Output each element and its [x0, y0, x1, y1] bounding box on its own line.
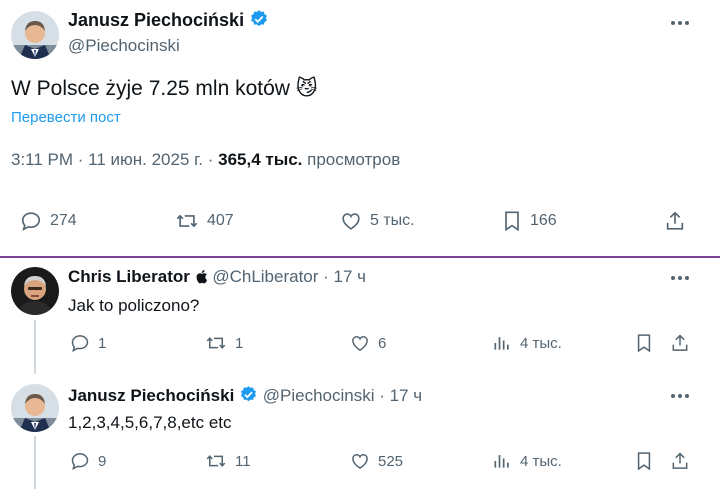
bookmark-icon [635, 333, 653, 353]
reply-button[interactable]: 274 [20, 210, 77, 232]
bookmark-button[interactable] [635, 451, 653, 471]
analytics-icon [492, 451, 512, 471]
thread-line [34, 436, 36, 489]
translate-post-link[interactable]: Перевести пост [11, 109, 121, 126]
author-handle[interactable]: @Piechocinski [68, 36, 180, 56]
more-options-icon[interactable] [668, 386, 692, 406]
share-icon [670, 451, 690, 471]
avatar[interactable] [11, 11, 59, 59]
verified-badge-icon [239, 385, 258, 409]
reply-button[interactable]: 9 [70, 451, 106, 471]
cat-emoji: 😼 [295, 76, 318, 100]
repost-icon [205, 451, 227, 471]
views-button[interactable]: 4 тыс. [492, 333, 562, 353]
views-label: просмотров [302, 150, 401, 169]
repost-icon [175, 210, 199, 232]
reply-text: 1,2,3,4,5,6,7,8,etc etc [68, 413, 232, 432]
avatar[interactable] [11, 267, 59, 315]
author-name[interactable]: Chris Liberator [68, 267, 190, 286]
heart-icon [350, 333, 370, 353]
repost-button[interactable]: 1 [205, 333, 243, 353]
repost-button[interactable]: 11 [205, 451, 251, 471]
repost-icon [205, 333, 227, 353]
reply-button[interactable]: 1 [70, 333, 106, 353]
bookmark-icon [502, 210, 522, 232]
views-count: 365,4 тыс. [218, 150, 303, 169]
views-button[interactable]: 4 тыс. [492, 451, 562, 471]
author-handle[interactable]: @ChLiberator [212, 267, 318, 286]
like-button[interactable]: 6 [350, 333, 386, 353]
more-options-icon[interactable] [668, 268, 692, 288]
author-name[interactable]: Janusz Piechociński [68, 386, 234, 405]
like-button[interactable]: 5 тыс. [340, 210, 415, 232]
apple-icon [195, 269, 208, 289]
reply-icon [70, 333, 90, 353]
reply-icon [20, 210, 42, 232]
heart-icon [350, 451, 370, 471]
repost-button[interactable]: 407 [175, 210, 234, 232]
analytics-icon [492, 333, 512, 353]
avatar[interactable] [11, 384, 59, 432]
reply-timestamp[interactable]: · 17 ч [379, 386, 422, 405]
thread-line [34, 320, 36, 374]
reply-header: Chris Liberator @ChLiberator · 17 ч [68, 267, 366, 289]
reply-timestamp[interactable]: · 17 ч [323, 267, 366, 286]
more-options-icon[interactable] [668, 13, 692, 33]
bookmark-button[interactable]: 166 [502, 210, 557, 232]
reply-header: Janusz Piechociński @Piechocinski · 17 ч [68, 385, 422, 409]
share-button[interactable] [670, 451, 690, 471]
tweet-text: W Polsce żyje 7.25 mln kotów 😼 [11, 76, 318, 100]
author-handle[interactable]: @Piechocinski [263, 386, 375, 405]
bookmark-button[interactable] [635, 333, 653, 353]
reply-icon [70, 451, 90, 471]
share-icon [664, 210, 686, 232]
reply-text: Jak to policzono? [68, 296, 200, 315]
share-button[interactable] [670, 333, 690, 353]
verified-badge-icon [249, 9, 269, 34]
share-button[interactable] [664, 210, 686, 232]
tweet-timestamp[interactable]: 3:11 PM · 11 июн. 2025 г. · [11, 150, 218, 169]
bookmark-icon [635, 451, 653, 471]
like-button[interactable]: 525 [350, 451, 403, 471]
author-name[interactable]: Janusz Piechociński [68, 9, 269, 34]
share-icon [670, 333, 690, 353]
section-divider [0, 256, 720, 258]
tweet-meta: 3:11 PM · 11 июн. 2025 г. · 365,4 тыс. п… [11, 150, 400, 170]
heart-icon [340, 210, 362, 232]
